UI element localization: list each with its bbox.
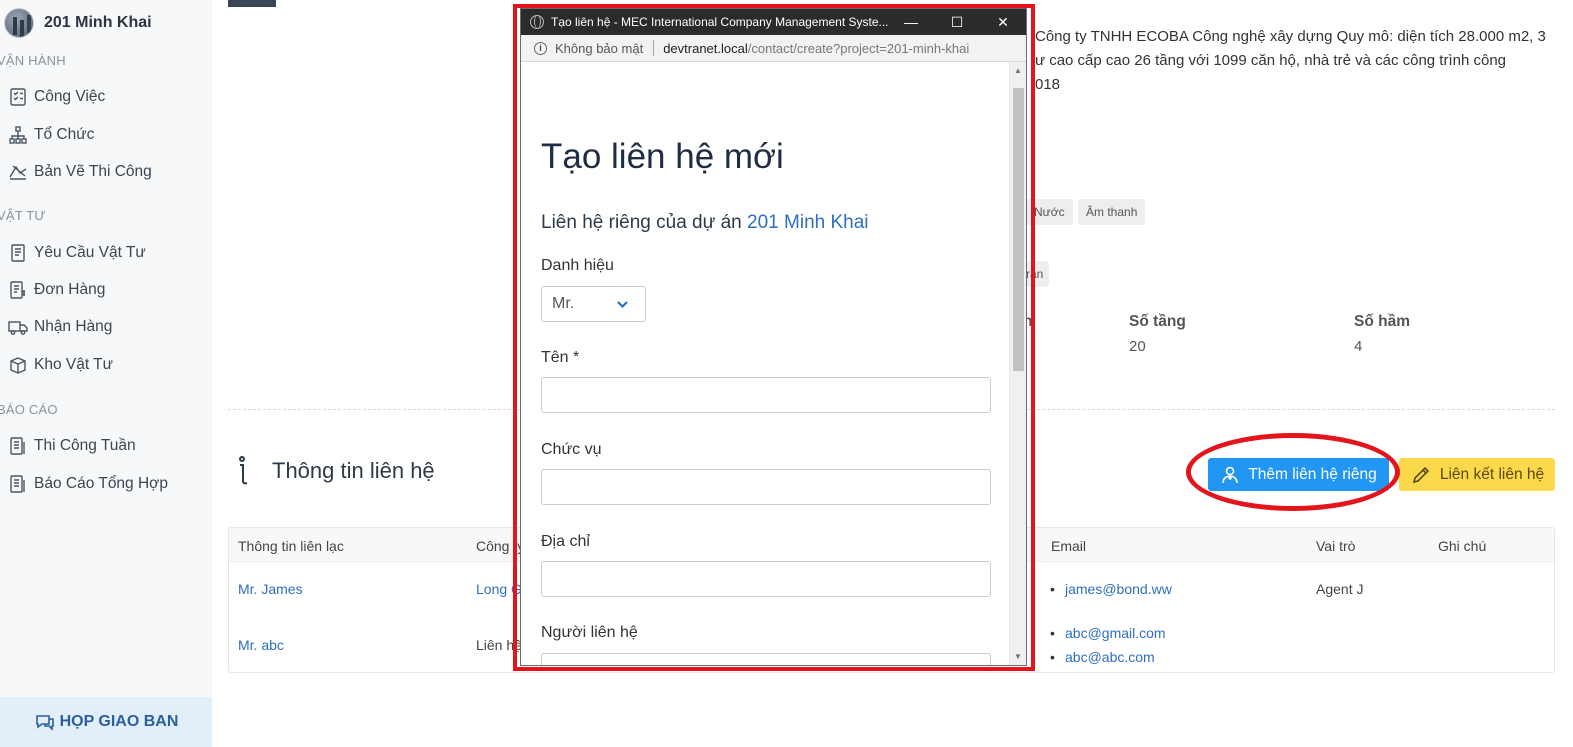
link-contact-label: Liên kết liên hệ [1439, 465, 1545, 483]
nav-don-hang[interactable]: Đơn Hàng [8, 278, 105, 302]
nav-label: Bản Vẽ Thi Công [34, 163, 152, 180]
contact-email-link[interactable]: james@bond.ww [1050, 581, 1172, 597]
drawing-icon [9, 165, 27, 180]
nav-to-chuc[interactable]: Tổ Chức [8, 123, 94, 147]
tag-am-thanh: Âm thanh [1078, 199, 1146, 225]
basements-label: Số hầm [1354, 313, 1410, 330]
nav-cong-viec[interactable]: Công Việc [8, 85, 105, 109]
basements-value: 4 [1354, 338, 1363, 355]
description-line: 018 [1035, 76, 1061, 93]
nav-label: Tổ Chức [34, 126, 95, 143]
nav-thi-cong-tuan[interactable]: Thi Công Tuần [8, 434, 136, 458]
meeting-label: HỌP GIAO BAN [59, 713, 179, 730]
contact-section-label: Thông tin liên hệ [272, 458, 435, 483]
project-thumbnail [228, 0, 276, 7]
description-line: Công ty TNHH ECOBA Công nghệ xây dựng Qu… [1035, 28, 1546, 45]
col-role: Vai trò [1316, 538, 1356, 554]
nav-label: Báo Cáo Tổng Hợp [34, 475, 168, 492]
description-line: ư cao cấp cao 26 tầng với 1099 căn hộ, n… [1035, 52, 1507, 69]
nav-label: Kho Vật Tư [34, 356, 114, 373]
pencil-icon [1412, 466, 1429, 483]
invoice-icon [10, 281, 25, 299]
checklist-icon [10, 88, 26, 106]
col-email: Email [1051, 538, 1087, 554]
project-description: Công ty TNHH ECOBA Công nghệ xây dựng Qu… [1035, 25, 1560, 97]
link-contact-button[interactable]: Liên kết liên hệ [1399, 458, 1555, 491]
nav-kho-vat-tu[interactable]: Kho Vật Tư [8, 353, 113, 377]
col-contact-info: Thông tin liên lạc [238, 538, 344, 554]
contact-name-link[interactable]: Mr. James [238, 581, 303, 597]
nav-bao-cao-tong-hop[interactable]: Báo Cáo Tổng Hợp [8, 472, 168, 496]
sidebar: 201 Minh Khai VẬN HÀNH Công Việc Tổ Chức… [0, 0, 212, 747]
nav-label: Đơn Hàng [34, 281, 106, 298]
section-title-materials: VẬT TƯ [0, 208, 46, 223]
nav-ban-ve[interactable]: Bản Vẽ Thi Công [8, 160, 152, 184]
nav-label: Thi Công Tuần [34, 437, 136, 454]
add-user-icon [1222, 466, 1239, 483]
report-icon [10, 437, 25, 455]
truck-icon [8, 321, 28, 335]
contact-role: Agent J [1316, 581, 1364, 597]
project-name: 201 Minh Khai [44, 14, 152, 31]
section-title-reports: BÁO CÁO [0, 402, 58, 417]
box-icon [10, 357, 26, 374]
org-chart-icon [9, 126, 27, 144]
contact-info-icon [239, 456, 248, 485]
floors-label: Số tầng [1129, 313, 1186, 330]
section-title-operations: VẬN HÀNH [0, 53, 66, 68]
contact-section-title: Thông tin liên hệ [236, 455, 435, 487]
project-avatar [4, 8, 34, 38]
floors-value: 20 [1129, 338, 1146, 355]
summary-report-icon [10, 475, 25, 493]
chat-icon [35, 715, 54, 731]
nav-nhan-hang[interactable]: Nhận Hàng [8, 315, 112, 339]
add-private-contact-label: Thêm liên hệ riêng [1248, 465, 1377, 483]
contact-name-link[interactable]: Mr. abc [238, 637, 284, 653]
contact-email-link[interactable]: abc@gmail.com [1050, 625, 1166, 641]
add-private-contact-button[interactable]: Thêm liên hệ riêng [1208, 458, 1389, 491]
nav-label: Yêu Cầu Vật Tư [34, 244, 146, 261]
nav-yeu-cau-vat-tu[interactable]: Yêu Cầu Vật Tư [8, 241, 146, 265]
meeting-button[interactable]: HỌP GIAO BAN [0, 697, 212, 747]
contact-email-link[interactable]: abc@abc.com [1050, 649, 1155, 665]
nav-label: Công Việc [34, 88, 106, 105]
document-icon [11, 244, 25, 262]
popup-highlight-frame [513, 4, 1035, 671]
project-header[interactable]: 201 Minh Khai [4, 8, 152, 38]
nav-label: Nhận Hàng [34, 318, 113, 335]
col-note: Ghi chú [1438, 538, 1487, 554]
